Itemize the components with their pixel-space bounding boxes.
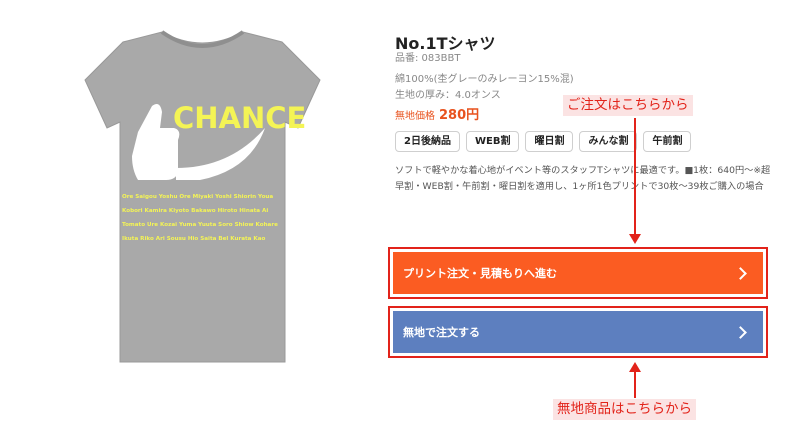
print-order-button[interactable]: プリント注文・見積もりへ進む bbox=[393, 252, 763, 294]
shirt-text-line: Tomato Ure Kozai Yuma Yuuta Soro Shiow K… bbox=[122, 222, 278, 228]
product-material: 綿100%(杢グレーのみレーヨン15%混) bbox=[395, 74, 574, 85]
print-order-highlight: プリント注文・見積もりへ進む bbox=[388, 247, 768, 299]
print-order-label: プリント注文・見積もりへ進む bbox=[403, 267, 557, 280]
feature-tags: 2日後納品 WEB割 曜日割 みんな割 午前割 bbox=[395, 131, 692, 152]
tag-morning-discount: 午前割 bbox=[643, 131, 692, 152]
shirt-text-line: Kobori Kamira Kiyoto Bakawo Hiroto Hinat… bbox=[122, 208, 268, 214]
product-description: ソフトで軽やかな着心地がイベント等のスタッフTシャツに最適です。■1枚：640円… bbox=[395, 163, 790, 195]
tag-group-discount: みんな割 bbox=[579, 131, 638, 152]
annotation-plain-here: 無地商品はこちらから bbox=[553, 399, 696, 420]
product-sku: 品番: 083BBT bbox=[395, 53, 461, 64]
shirt-text-line: Ikuta Riko Ari Sousu Hio Saita Bel Kurat… bbox=[122, 236, 266, 242]
tag-weekday-discount: 曜日割 bbox=[525, 131, 574, 152]
plain-order-label: 無地で注文する bbox=[403, 326, 480, 339]
description-line: 早割・WEB割・午前割・曜日割を適用し、1ヶ所1色プリントで30枚〜39枚ご購入… bbox=[395, 181, 764, 192]
price-value: 280円 bbox=[439, 108, 480, 123]
description-line: ソフトで軽やかな着心地がイベント等のスタッフTシャツに最適です。■1枚：640円… bbox=[395, 165, 771, 176]
product-image: CHANCE Ore Saigou Yoshu Ore Miyaki Yoshi… bbox=[80, 20, 325, 370]
shirt-text-line: Ore Saigou Yoshu Ore Miyaki Yoshi Shiori… bbox=[122, 194, 273, 200]
arrow-down-icon bbox=[629, 234, 641, 244]
tag-delivery: 2日後納品 bbox=[395, 131, 460, 152]
annotation-order-here: ご注文はこちらから bbox=[563, 95, 693, 116]
product-thickness: 生地の厚み：4.0オンス bbox=[395, 90, 501, 101]
price-row: 無地価格 280円 bbox=[395, 104, 479, 123]
tshirt-illustration: CHANCE Ore Saigou Yoshu Ore Miyaki Yoshi… bbox=[84, 30, 321, 363]
annotation-arrow-down bbox=[634, 118, 636, 237]
tag-web-discount: WEB割 bbox=[465, 131, 520, 152]
plain-order-highlight: 無地で注文する bbox=[388, 306, 768, 358]
chevron-right-icon bbox=[734, 266, 747, 280]
chevron-right-icon bbox=[734, 325, 747, 339]
price-label: 無地価格 bbox=[395, 111, 435, 122]
annotation-arrow-up bbox=[634, 370, 636, 398]
shirt-headline: CHANCE bbox=[173, 101, 306, 135]
plain-order-button[interactable]: 無地で注文する bbox=[393, 311, 763, 353]
